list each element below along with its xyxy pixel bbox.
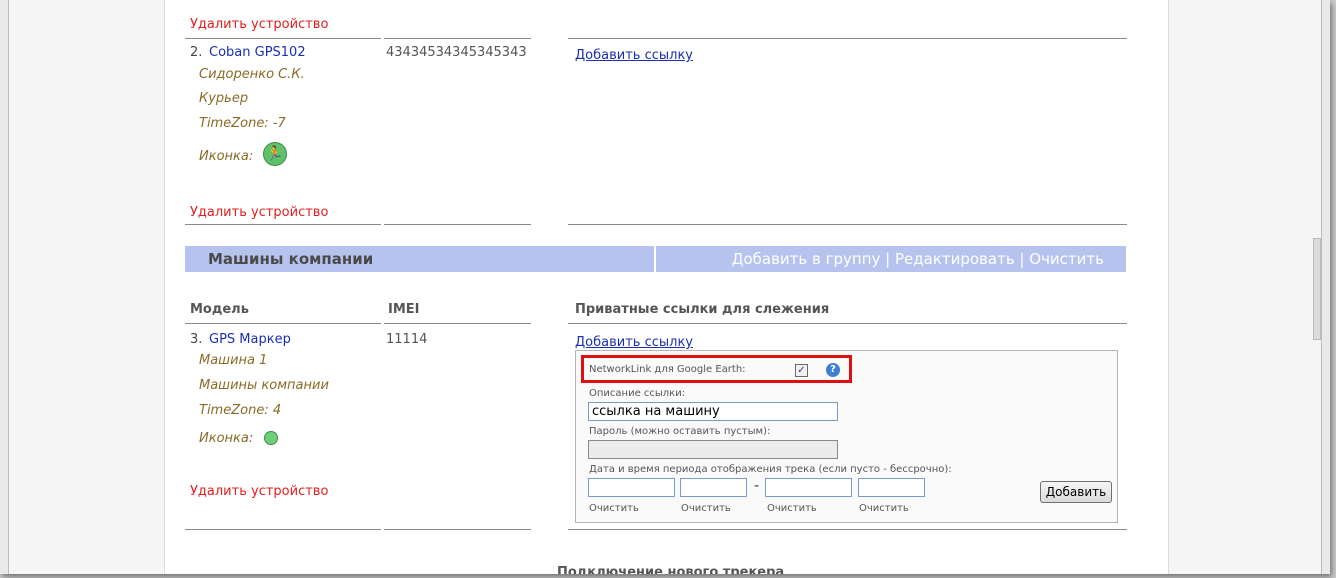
- device-owner: Сидоренко С.К.: [199, 67, 305, 82]
- scrollbar-thumb[interactable]: [1313, 238, 1321, 340]
- clear-time-to[interactable]: Очистить: [859, 503, 909, 514]
- runner-icon: 🏃: [263, 142, 287, 166]
- device-imei: 43434534345345343: [386, 45, 527, 60]
- left-page-margin: [9, 0, 165, 574]
- group-bar-separator: [654, 246, 656, 272]
- time-to-input[interactable]: [858, 478, 925, 497]
- delete-device-link[interactable]: Удалить устройство: [190, 205, 328, 220]
- device-icon-label: Иконка:: [199, 431, 254, 446]
- period-dash: -: [754, 478, 760, 494]
- delete-device-link[interactable]: Удалить устройство: [190, 484, 328, 499]
- device-group: Машины компании: [199, 378, 329, 393]
- device-owner: Машина 1: [199, 353, 268, 368]
- device-group: Курьер: [199, 91, 249, 106]
- add-link-button[interactable]: Добавить ссылку: [575, 48, 693, 63]
- device-index: 2.: [190, 45, 203, 60]
- device-model-link[interactable]: Coban GPS102: [209, 45, 306, 60]
- group-actions[interactable]: Добавить в группу | Редактировать | Очис…: [732, 250, 1104, 268]
- description-input[interactable]: ссылка на машину: [588, 402, 838, 421]
- highlight-box: [581, 355, 852, 383]
- divider: [185, 323, 381, 324]
- divider: [384, 224, 531, 225]
- description-label: Описание ссылки:: [589, 388, 686, 399]
- period-label: Дата и время периода отображения трека (…: [589, 464, 952, 475]
- device-model-link[interactable]: GPS Маркер: [209, 332, 291, 347]
- right-page-margin: [1168, 0, 1321, 574]
- device-timezone: TimeZone: 4: [199, 403, 282, 418]
- delete-device-link-top[interactable]: Удалить устройство: [190, 17, 328, 32]
- browser-viewport: Удалить устройство 2. Coban GPS102 43434…: [0, 0, 1330, 574]
- divider: [568, 323, 1127, 324]
- time-from-input[interactable]: [680, 478, 747, 497]
- date-from-input[interactable]: [588, 478, 675, 497]
- divider: [384, 323, 531, 324]
- group-header-bar: Машины компании Добавить в группу | Реда…: [185, 246, 1126, 272]
- divider: [185, 529, 381, 530]
- column-header-imei: IMEI: [388, 302, 420, 317]
- device-icon-label: Иконка:: [199, 149, 254, 164]
- device-timezone: TimeZone: -7: [199, 116, 286, 131]
- divider: [384, 38, 531, 39]
- device-index: 3.: [190, 332, 203, 347]
- divider: [568, 224, 1127, 225]
- clear-date-from[interactable]: Очистить: [589, 503, 639, 514]
- section-title-new-tracker: Подключение нового трекера: [557, 565, 785, 574]
- password-input[interactable]: [588, 440, 838, 459]
- date-to-input[interactable]: [765, 478, 852, 497]
- group-title: Машины компании: [208, 250, 374, 268]
- divider: [185, 38, 381, 39]
- column-header-model: Модель: [190, 302, 249, 317]
- column-header-links: Приватные ссылки для слежения: [575, 302, 830, 317]
- divider: [384, 529, 531, 530]
- divider: [185, 224, 381, 225]
- device-imei: 11114: [386, 332, 428, 347]
- add-link-button[interactable]: Добавить ссылку: [575, 335, 693, 350]
- right-gutter: [1321, 0, 1330, 574]
- clear-date-to[interactable]: Очистить: [767, 503, 817, 514]
- clear-time-from[interactable]: Очистить: [681, 503, 731, 514]
- left-gutter: [0, 0, 9, 574]
- password-label: Пароль (можно оставить пустым):: [589, 426, 771, 437]
- add-link-submit-button[interactable]: Добавить: [1040, 481, 1112, 503]
- divider: [568, 38, 1127, 39]
- green-dot-icon: [264, 431, 278, 445]
- divider: [568, 529, 1127, 530]
